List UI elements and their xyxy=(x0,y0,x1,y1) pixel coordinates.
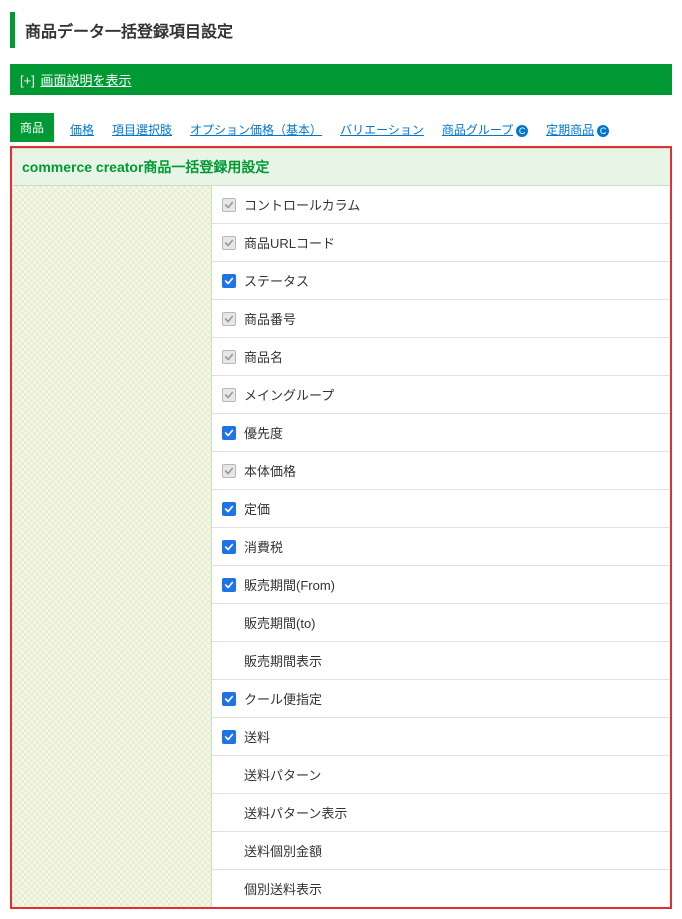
field-label: 本体価格 xyxy=(244,461,660,480)
field-row: 販売期間(From) xyxy=(212,566,670,604)
checkbox-spacer xyxy=(222,768,236,782)
checkbox[interactable] xyxy=(222,426,236,440)
checkbox xyxy=(222,312,236,326)
checkbox-spacer xyxy=(222,844,236,858)
tab-4[interactable]: バリエーション xyxy=(338,117,426,142)
field-row: コントロールカラム xyxy=(212,186,670,224)
tab-label: バリエーション xyxy=(340,123,424,137)
field-row: 送料パターン表示 xyxy=(212,794,670,832)
field-row: 優先度 xyxy=(212,414,670,452)
checkbox[interactable] xyxy=(222,540,236,554)
c-badge-icon: C xyxy=(597,125,609,137)
field-label: 優先度 xyxy=(244,423,660,442)
checkbox[interactable] xyxy=(222,502,236,516)
c-badge-icon: C xyxy=(516,125,528,137)
field-label: 消費税 xyxy=(244,537,660,556)
checkbox xyxy=(222,464,236,478)
expand-prefix: [+] xyxy=(20,73,35,88)
tab-label: 商品 xyxy=(20,121,44,135)
field-row: 送料個別金額 xyxy=(212,832,670,870)
checkbox[interactable] xyxy=(222,730,236,744)
field-label: メイングループ xyxy=(244,385,660,404)
expand-bar[interactable]: [+] 画面説明を表示 xyxy=(10,64,672,95)
field-row: 消費税 xyxy=(212,528,670,566)
checkbox-spacer xyxy=(222,882,236,896)
tab-2[interactable]: 項目選択肢 xyxy=(110,117,174,142)
field-row: 定価 xyxy=(212,490,670,528)
field-label: 商品名 xyxy=(244,347,660,366)
checkbox[interactable] xyxy=(222,274,236,288)
field-row: クール便指定 xyxy=(212,680,670,718)
field-row: ステータス xyxy=(212,262,670,300)
panel-header: commerce creator商品一括登録用設定 xyxy=(12,148,670,186)
left-column xyxy=(12,186,212,907)
tab-1[interactable]: 価格 xyxy=(68,117,96,142)
field-row: 個別送料表示 xyxy=(212,870,670,907)
field-label: 送料パターン表示 xyxy=(244,803,660,822)
tab-label: 定期商品 xyxy=(546,123,594,137)
checkbox-spacer xyxy=(222,654,236,668)
field-label: 送料個別金額 xyxy=(244,841,660,860)
tab-label: 商品グループ xyxy=(442,123,513,137)
field-row: 販売期間(to) xyxy=(212,604,670,642)
tab-3[interactable]: オプション価格（基本） xyxy=(188,117,324,142)
tab-6[interactable]: 定期商品C xyxy=(544,117,611,142)
field-label: 定価 xyxy=(244,499,660,518)
field-label: ステータス xyxy=(244,271,660,290)
tab-5[interactable]: 商品グループC xyxy=(440,117,530,142)
field-label: 商品番号 xyxy=(244,309,660,328)
panel-body: コントロールカラム商品URLコードステータス商品番号商品名メイングループ優先度本… xyxy=(12,186,670,907)
right-column: コントロールカラム商品URLコードステータス商品番号商品名メイングループ優先度本… xyxy=(212,186,670,907)
tabs: 商品価格項目選択肢オプション価格（基本）バリエーション商品グループC定期商品C xyxy=(10,113,672,146)
checkbox xyxy=(222,388,236,402)
field-label: 送料 xyxy=(244,727,660,746)
field-row: 本体価格 xyxy=(212,452,670,490)
field-label: 送料パターン xyxy=(244,765,660,784)
field-row: 商品URLコード xyxy=(212,224,670,262)
checkbox-spacer xyxy=(222,616,236,630)
field-row: 商品番号 xyxy=(212,300,670,338)
expand-link[interactable]: 画面説明を表示 xyxy=(40,73,131,88)
tab-label: 項目選択肢 xyxy=(112,123,172,137)
field-label: 商品URLコード xyxy=(244,233,660,252)
field-row: 送料パターン xyxy=(212,756,670,794)
field-row: 送料 xyxy=(212,718,670,756)
checkbox[interactable] xyxy=(222,578,236,592)
field-row: メイングループ xyxy=(212,376,670,414)
field-label: コントロールカラム xyxy=(244,195,660,214)
panel: commerce creator商品一括登録用設定 コントロールカラム商品URL… xyxy=(10,146,672,909)
checkbox xyxy=(222,198,236,212)
checkbox xyxy=(222,236,236,250)
checkbox-spacer xyxy=(222,806,236,820)
tab-0[interactable]: 商品 xyxy=(10,113,54,142)
page-title: 商品データ一括登録項目設定 xyxy=(10,12,672,48)
field-label: 販売期間(From) xyxy=(244,575,660,594)
checkbox xyxy=(222,350,236,364)
tab-label: 価格 xyxy=(70,123,94,137)
field-label: クール便指定 xyxy=(244,689,660,708)
field-label: 個別送料表示 xyxy=(244,879,660,898)
tab-label: オプション価格（基本） xyxy=(190,123,322,137)
field-label: 販売期間(to) xyxy=(244,613,660,632)
field-row: 商品名 xyxy=(212,338,670,376)
field-row: 販売期間表示 xyxy=(212,642,670,680)
field-label: 販売期間表示 xyxy=(244,651,660,670)
checkbox[interactable] xyxy=(222,692,236,706)
